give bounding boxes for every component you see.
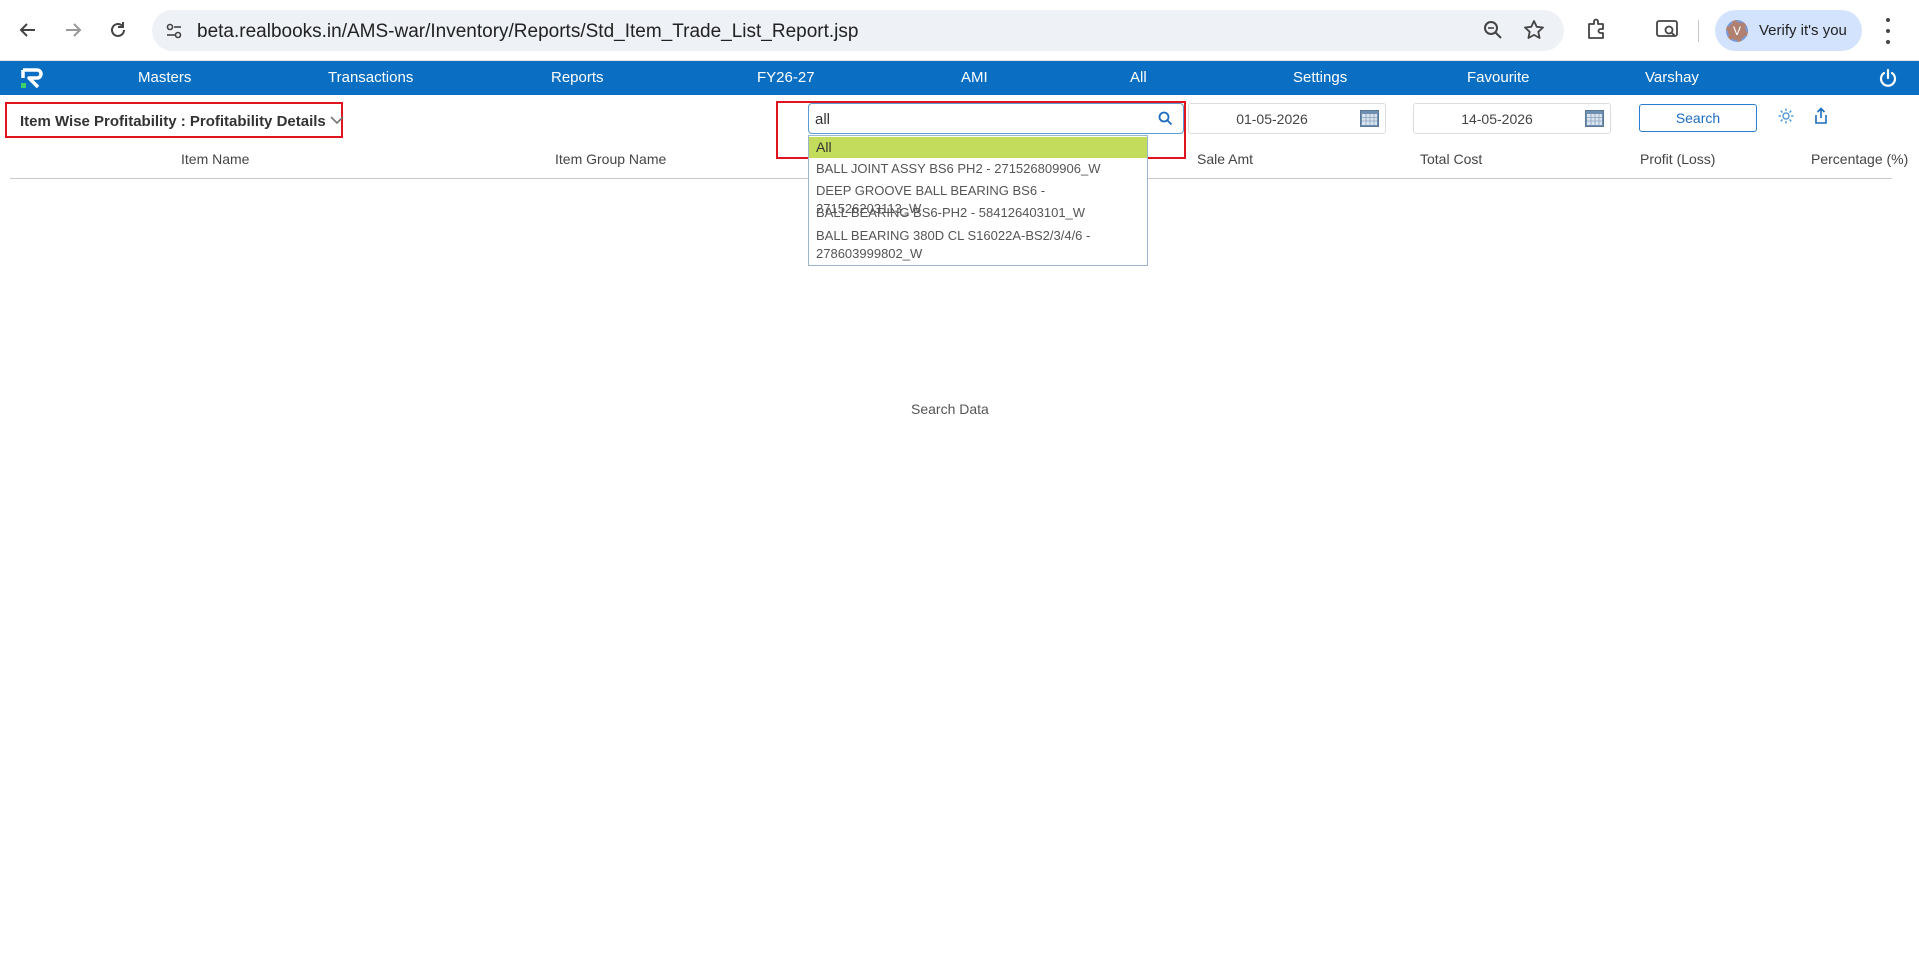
nav-item-user[interactable]: Varshay bbox=[1645, 69, 1699, 86]
item-search-input[interactable] bbox=[815, 109, 1135, 129]
column-header-item-group-name: Item Group Name bbox=[555, 151, 667, 167]
dropdown-option-all[interactable]: All bbox=[809, 137, 1147, 158]
profile-avatar: V bbox=[1726, 20, 1748, 42]
dropdown-option[interactable]: BALL BEARING 380D CL S16022A-BS2/3/4/6 -… bbox=[809, 227, 1099, 263]
dropdown-option[interactable]: BALL BEARING BS6-PH2 - 584126403101_W bbox=[809, 204, 1147, 222]
power-logout-icon[interactable] bbox=[1878, 68, 1898, 93]
nav-item-settings[interactable]: Settings bbox=[1293, 69, 1347, 86]
search-button[interactable]: Search bbox=[1639, 104, 1757, 132]
nav-item-reports[interactable]: Reports bbox=[551, 69, 604, 86]
browser-toolbar: beta.realbooks.in/AMS-war/Inventory/Repo… bbox=[0, 0, 1919, 61]
address-bar[interactable]: beta.realbooks.in/AMS-war/Inventory/Repo… bbox=[152, 10, 1564, 51]
from-date-field[interactable]: 01-05-2026 bbox=[1188, 103, 1386, 134]
chevron-down-icon bbox=[330, 112, 344, 129]
column-header-total-cost: Total Cost bbox=[1420, 151, 1483, 167]
nav-item-transactions[interactable]: Transactions bbox=[328, 69, 413, 86]
google-lens-icon[interactable] bbox=[1654, 16, 1680, 47]
url-text[interactable]: beta.realbooks.in/AMS-war/Inventory/Repo… bbox=[197, 21, 858, 43]
forward-arrow-icon[interactable] bbox=[57, 14, 89, 46]
report-selector[interactable]: Item Wise Profitability : Profitability … bbox=[5, 102, 344, 138]
app-nav-bar: Masters Transactions Reports FY26-27 AMI… bbox=[0, 61, 1919, 95]
settings-gear-icon[interactable] bbox=[1777, 107, 1795, 130]
nav-item-all[interactable]: All bbox=[1130, 69, 1147, 86]
item-search-field[interactable] bbox=[808, 103, 1184, 134]
nav-item-masters[interactable]: Masters bbox=[138, 69, 191, 86]
profile-label: Verify it's you bbox=[1759, 22, 1847, 39]
column-header-profit-loss: Profit (Loss) bbox=[1640, 151, 1716, 167]
bookmark-star-icon[interactable] bbox=[1522, 18, 1546, 47]
column-header-item-name: Item Name bbox=[181, 151, 250, 167]
calendar-icon[interactable] bbox=[1585, 110, 1604, 127]
export-share-icon[interactable] bbox=[1812, 107, 1830, 130]
search-icon[interactable] bbox=[1158, 111, 1173, 131]
nav-item-financial-year[interactable]: FY26-27 bbox=[757, 69, 815, 86]
column-header-sale-amt: Sale Amt bbox=[1197, 151, 1254, 167]
app-logo-icon[interactable] bbox=[20, 67, 44, 89]
nav-item-ami[interactable]: AMI bbox=[961, 69, 988, 86]
profile-button[interactable]: V Verify it's you bbox=[1715, 10, 1862, 51]
report-title[interactable]: Item Wise Profitability : Profitability … bbox=[20, 112, 344, 130]
zoom-icon[interactable] bbox=[1482, 19, 1504, 46]
report-title-text: Item Wise Profitability : Profitability … bbox=[20, 113, 326, 130]
column-header-percentage: Percentage (%) bbox=[1811, 151, 1909, 167]
item-autocomplete-dropdown: All BALL JOINT ASSY BS6 PH2 - 2715268099… bbox=[808, 135, 1148, 266]
from-date-value[interactable]: 01-05-2026 bbox=[1189, 111, 1355, 127]
browser-menu-icon[interactable] bbox=[1884, 18, 1892, 44]
calendar-icon[interactable] bbox=[1360, 110, 1379, 127]
extensions-puzzle-icon[interactable] bbox=[1584, 16, 1610, 47]
dropdown-option[interactable]: BALL JOINT ASSY BS6 PH2 - 271526809906_W bbox=[809, 160, 1147, 178]
reload-icon[interactable] bbox=[102, 14, 134, 46]
to-date-value[interactable]: 14-05-2026 bbox=[1414, 111, 1580, 127]
toolbar-separator bbox=[1698, 20, 1699, 42]
nav-item-favourite[interactable]: Favourite bbox=[1467, 69, 1530, 86]
to-date-field[interactable]: 14-05-2026 bbox=[1413, 103, 1611, 134]
back-arrow-icon[interactable] bbox=[12, 14, 44, 46]
empty-state-message: Search Data bbox=[911, 401, 989, 417]
site-settings-icon[interactable] bbox=[162, 19, 186, 43]
